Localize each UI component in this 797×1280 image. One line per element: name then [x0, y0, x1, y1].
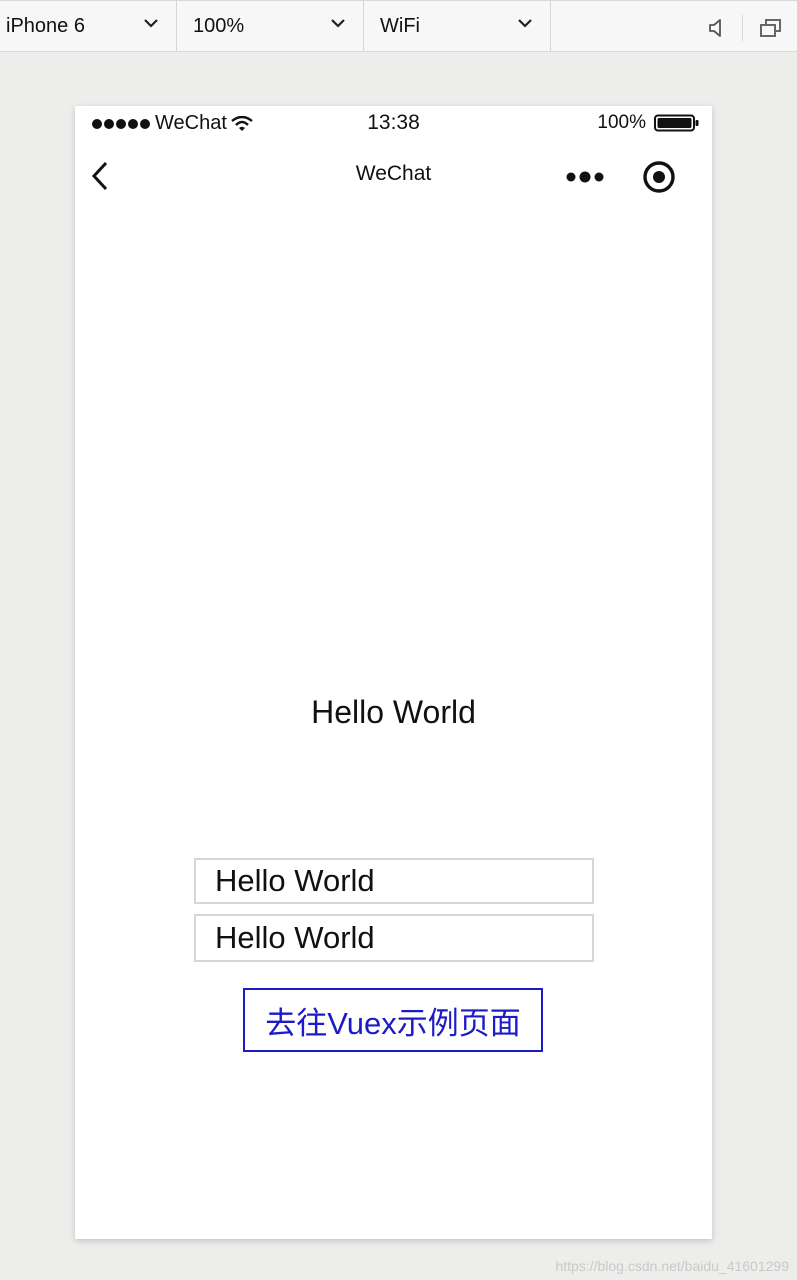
close-target-icon[interactable]: [642, 160, 676, 194]
network-select-value: WiFi: [380, 14, 420, 37]
device-select-value: iPhone 6: [6, 14, 85, 37]
watermark: https://blog.csdn.net/baidu_41601299: [555, 1258, 789, 1274]
toolbar-divider: [550, 1, 551, 51]
window-icon[interactable]: [759, 17, 783, 39]
capsule-menu: [566, 160, 676, 194]
more-icon[interactable]: [566, 171, 604, 183]
status-bar: WeChat 13:38 100%: [75, 106, 712, 142]
status-right: 100%: [597, 112, 700, 134]
battery-label: 100%: [597, 112, 646, 133]
zoom-select-value: 100%: [193, 14, 245, 37]
text-input-2[interactable]: [194, 914, 594, 962]
toolbar-icons: [708, 15, 783, 41]
toolbar-divider: [742, 15, 743, 41]
phone-screen: WeChat 13:38 100% WeChat Hello World Hel…: [75, 106, 712, 1239]
battery-icon: [654, 114, 699, 132]
simulator-toolbar: iPhone 6 100% WiFi: [0, 0, 797, 52]
speaker-icon[interactable]: [708, 17, 726, 39]
chevron-down-icon: [331, 19, 345, 28]
device-select[interactable]: iPhone 6: [0, 1, 176, 51]
hello-text: Hello World: [311, 694, 476, 730]
nav-bar: WeChat: [75, 142, 712, 212]
text-input-1[interactable]: [194, 858, 594, 904]
vuex-demo-button[interactable]: 去往Vuex示例页面: [243, 988, 543, 1052]
zoom-select[interactable]: 100%: [177, 1, 363, 51]
chevron-down-icon: [518, 19, 532, 28]
network-select[interactable]: WiFi: [364, 1, 550, 51]
chevron-down-icon: [144, 19, 158, 28]
